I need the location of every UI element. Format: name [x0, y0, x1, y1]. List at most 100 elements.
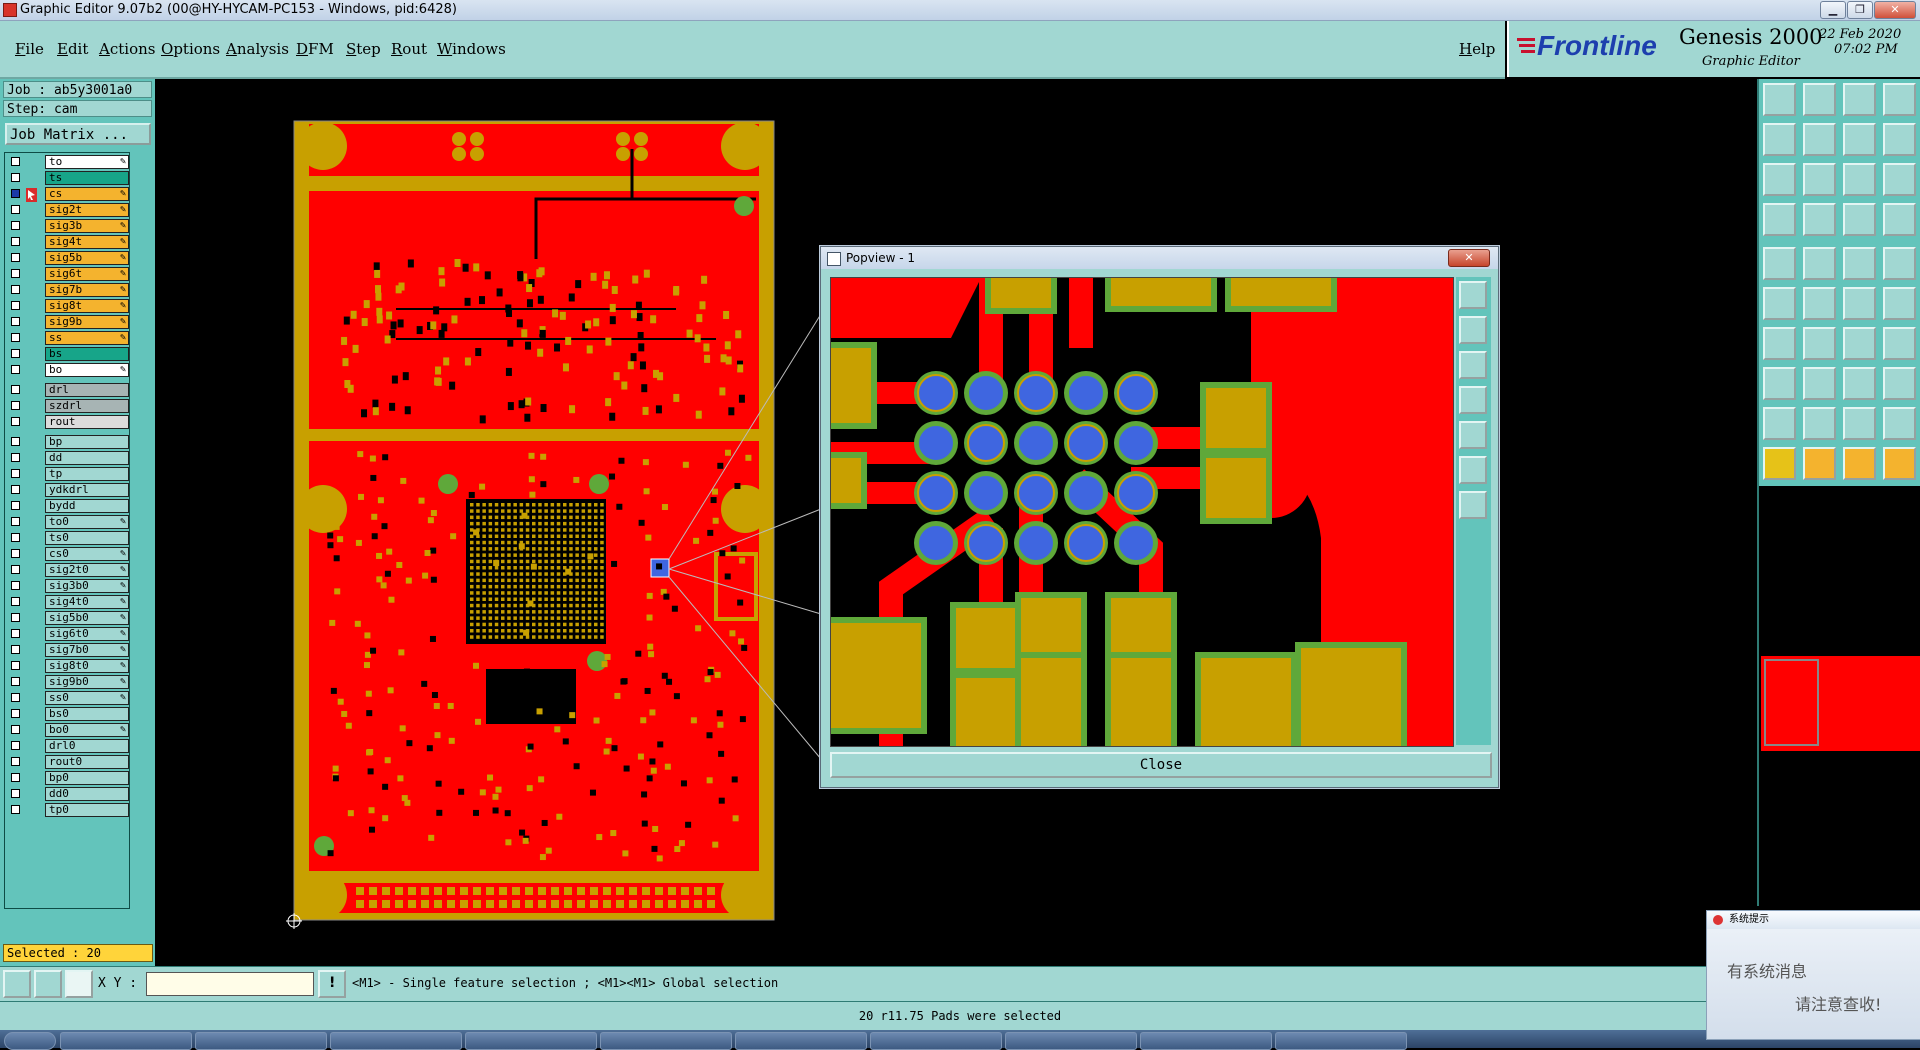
layer-name[interactable]: drl	[45, 383, 129, 397]
layer-row-sig6t[interactable]: sig6t ✎	[8, 267, 129, 281]
layer-row-cs[interactable]: cs ✎	[8, 187, 129, 202]
layer-row-sig3b[interactable]: sig3b ✎	[8, 219, 129, 233]
layer-up-icon[interactable]	[1843, 203, 1876, 236]
layer-name[interactable]: to0 ✎	[45, 515, 129, 529]
layer-row-sig9b[interactable]: sig9b ✎	[8, 315, 129, 329]
close-window-button[interactable]: ✕	[1874, 1, 1916, 19]
layer-row-to0[interactable]: to0 ✎	[8, 515, 129, 529]
layer-row-ydkdrl[interactable]: ydkdrl	[8, 483, 129, 497]
layer-row-sig5b0[interactable]: sig5b0 ✎	[8, 611, 129, 625]
minimize-button[interactable]: ▁	[1820, 1, 1846, 19]
layer-name[interactable]: cs0 ✎	[45, 547, 129, 561]
save-icon[interactable]	[1803, 83, 1836, 116]
job-matrix-button[interactable]: Job Matrix ...	[5, 123, 151, 145]
layer-row-bo[interactable]: bo ✎	[8, 363, 129, 377]
line-icon[interactable]	[1763, 327, 1796, 360]
layer-checkbox[interactable]	[11, 805, 20, 814]
home-icon[interactable]	[1843, 83, 1876, 116]
layer-name[interactable]: ss ✎	[45, 331, 129, 345]
layer-row-bydd[interactable]: bydd	[8, 499, 129, 513]
select-net-icon[interactable]	[1843, 447, 1876, 480]
layer-name[interactable]: rout	[45, 415, 129, 429]
layer-row-sig5b[interactable]: sig5b ✎	[8, 251, 129, 265]
menu-file[interactable]: File	[15, 40, 44, 58]
layer-checkbox[interactable]	[11, 317, 20, 326]
layer-name[interactable]: drl0	[45, 739, 129, 753]
layer-checkbox[interactable]	[11, 789, 20, 798]
layer-checkbox[interactable]	[11, 349, 20, 358]
measure-icon[interactable]	[34, 970, 62, 998]
minus-icon[interactable]	[1803, 367, 1836, 400]
layer-checkbox[interactable]	[11, 709, 20, 718]
system-notice-popup[interactable]: 系统提示 有系统消息 请注意查收!	[1706, 910, 1920, 1040]
layer-name[interactable]: tp0	[45, 803, 129, 817]
layer-checkbox[interactable]	[11, 629, 20, 638]
connect-icon[interactable]	[1763, 287, 1796, 320]
layer-row-dd[interactable]: dd	[8, 451, 129, 465]
layer-name[interactable]: sig5b ✎	[45, 251, 129, 265]
layer-name[interactable]: sig6t ✎	[45, 267, 129, 281]
popview-canvas[interactable]	[830, 277, 1454, 747]
layer-name[interactable]: to ✎	[45, 155, 129, 169]
layer-row-drl[interactable]: drl	[8, 383, 129, 397]
layer-name[interactable]: sig2t ✎	[45, 203, 129, 217]
layer-row-ss0[interactable]: ss0 ✎	[8, 691, 129, 705]
layer-name[interactable]: sig8t0 ✎	[45, 659, 129, 673]
mini-viewport[interactable]	[1764, 659, 1819, 746]
layer-checkbox[interactable]	[11, 485, 20, 494]
layer-name[interactable]: sig7b0 ✎	[45, 643, 129, 657]
layer-name[interactable]: sig5b0 ✎	[45, 611, 129, 625]
layer-name[interactable]: sig3b ✎	[45, 219, 129, 233]
move-icon[interactable]	[1843, 287, 1876, 320]
taskbar-item[interactable]	[60, 1032, 192, 1050]
layer-row-sig6t0[interactable]: sig6t0 ✎	[8, 627, 129, 641]
menu-edit[interactable]: Edit	[57, 40, 88, 58]
select-icon[interactable]	[1763, 447, 1796, 480]
layer-row-sig8t0[interactable]: sig8t0 ✎	[8, 659, 129, 673]
layer-checkbox[interactable]	[11, 469, 20, 478]
layer-name[interactable]: bp	[45, 435, 129, 449]
layer-name[interactable]: bs0	[45, 707, 129, 721]
menu-rout[interactable]: Rout	[391, 40, 427, 58]
layer-name[interactable]: sig2t0 ✎	[45, 563, 129, 577]
layer-checkbox[interactable]	[11, 581, 20, 590]
layer-checkbox[interactable]	[11, 385, 20, 394]
layer-name[interactable]: bo ✎	[45, 363, 129, 377]
layer-checkbox[interactable]	[11, 333, 20, 342]
menu-analysis[interactable]: Analysis	[226, 40, 289, 58]
redraw-icon[interactable]	[1883, 123, 1916, 156]
mini-overview[interactable]	[1757, 486, 1920, 906]
taskbar-item[interactable]	[870, 1032, 1002, 1050]
layer-name[interactable]: ts	[45, 171, 129, 185]
zoom-window-icon[interactable]	[3, 970, 31, 998]
layer-checkbox[interactable]	[11, 645, 20, 654]
add-circle-icon[interactable]	[1883, 247, 1916, 280]
layer-checkbox[interactable]	[11, 517, 20, 526]
layer-name[interactable]: sig9b0 ✎	[45, 675, 129, 689]
slash-icon[interactable]	[1803, 327, 1836, 360]
grid-icon[interactable]	[65, 970, 93, 998]
pan-icon[interactable]	[1843, 123, 1876, 156]
popview-zoom-icon[interactable]	[1459, 281, 1487, 309]
xy-input[interactable]	[146, 972, 314, 996]
layer-row-tp[interactable]: tp	[8, 467, 129, 481]
layer-checkbox[interactable]	[11, 565, 20, 574]
menu-actions[interactable]: Actions	[99, 40, 155, 58]
cluster-icon[interactable]	[1883, 367, 1916, 400]
taskbar-item[interactable]	[735, 1032, 867, 1050]
layer-row-sig7b[interactable]: sig7b ✎	[8, 283, 129, 297]
layer-name[interactable]: tp	[45, 467, 129, 481]
taskbar-item[interactable]	[195, 1032, 327, 1050]
add-shape-icon[interactable]	[1803, 247, 1836, 280]
layer-name[interactable]: sig9b ✎	[45, 315, 129, 329]
layer-checkbox[interactable]	[11, 725, 20, 734]
layer-name[interactable]: ts0	[45, 531, 129, 545]
arc-icon[interactable]	[1843, 407, 1876, 440]
mirror-icon[interactable]	[1883, 327, 1916, 360]
taskbar-item[interactable]	[1005, 1032, 1137, 1050]
layer-checkbox[interactable]	[11, 677, 20, 686]
layer-row-szdrl[interactable]: szdrl	[8, 399, 129, 413]
layer-checkbox[interactable]	[11, 221, 20, 230]
layer-row-bs0[interactable]: bs0	[8, 707, 129, 721]
layer-checkbox[interactable]	[11, 365, 20, 374]
